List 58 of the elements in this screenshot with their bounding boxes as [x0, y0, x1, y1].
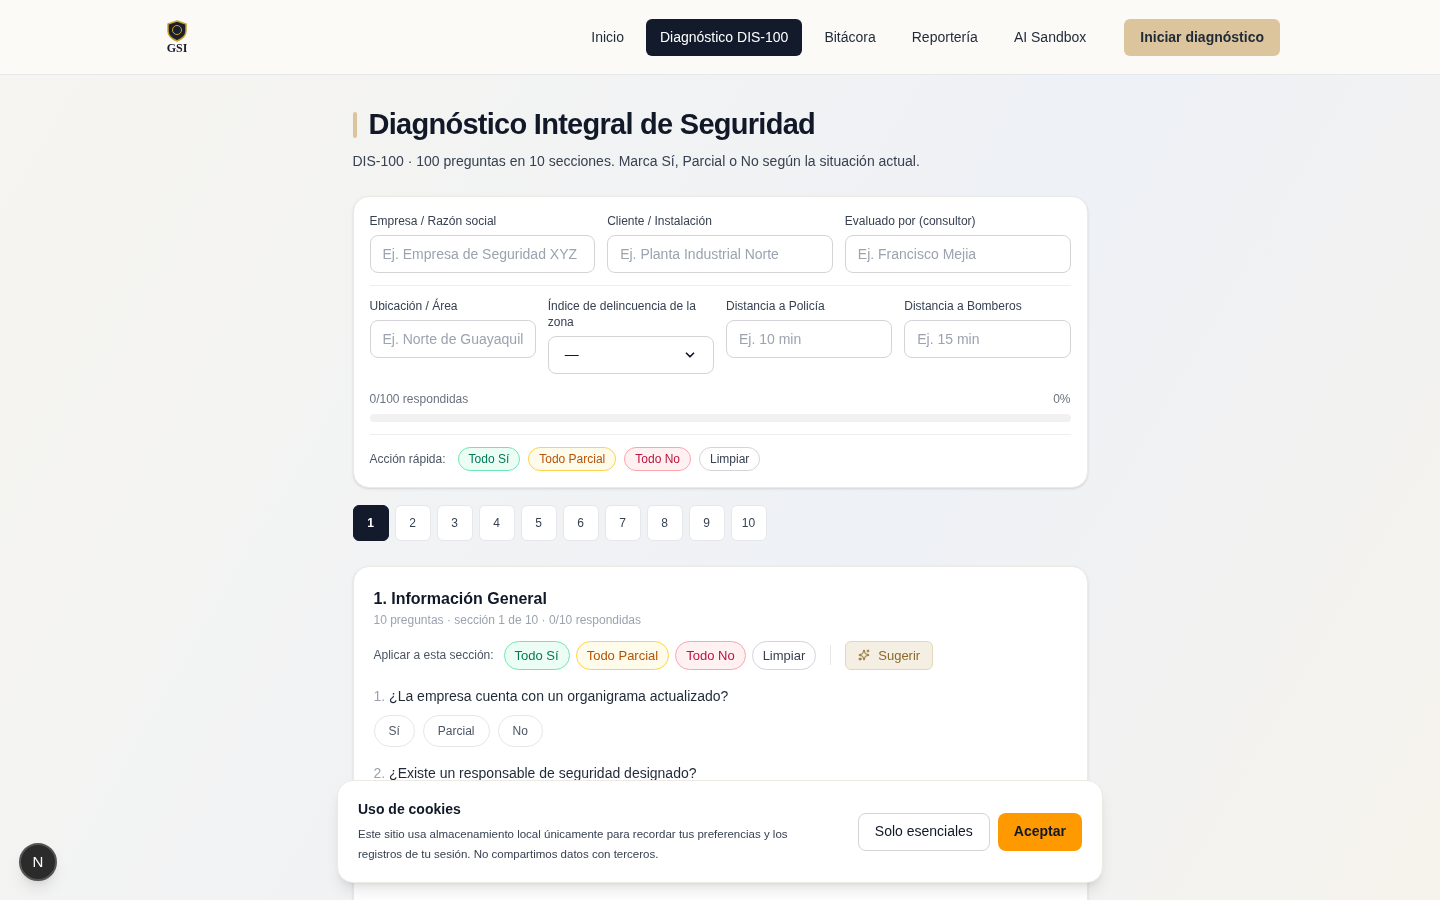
- text-field[interactable]: Ej. 15 min: [904, 319, 1071, 358]
- nav-link[interactable]: Inicio: [577, 18, 638, 56]
- field-label: Distancia a Bomberos: [904, 297, 1023, 314]
- quick-action-button[interactable]: Todo Sí: [503, 640, 570, 670]
- page-button[interactable]: 3: [436, 504, 473, 541]
- shield-icon: [166, 20, 188, 42]
- quick-action-button[interactable]: Limpiar: [751, 640, 817, 670]
- nav-link[interactable]: Reportería: [897, 18, 992, 56]
- field-label: Índice de delincuencia de la zona: [547, 297, 697, 330]
- field-label: Cliente / Instalación: [607, 212, 713, 229]
- quick-action-button[interactable]: Todo No: [624, 446, 691, 471]
- text-field[interactable]: Ej. Norte de Guayaquil: [369, 319, 536, 358]
- field-label: Distancia a Policía: [726, 297, 826, 314]
- suggest-button[interactable]: Sugerir: [845, 640, 934, 670]
- page-button[interactable]: 6: [562, 504, 599, 541]
- floating-badge[interactable]: N: [19, 843, 57, 881]
- page-button[interactable]: 7: [604, 504, 641, 541]
- essentials-button[interactable]: Solo esenciales: [857, 812, 990, 851]
- cookie-text: Este sitio usa almacenamiento local únicamente para recordar tus preferencias y los registros de tu sesión. No compartimos datos con terceros.: [358, 827, 789, 862]
- accept-button[interactable]: Aceptar: [997, 812, 1082, 851]
- question-text: 1. ¿La empresa cuenta con un organigrama actualizado?: [373, 687, 730, 706]
- quick-action-button[interactable]: Todo Parcial: [528, 446, 617, 471]
- page-button[interactable]: 8: [646, 504, 683, 541]
- page-button[interactable]: 5: [520, 504, 557, 541]
- page-button[interactable]: 10: [730, 504, 767, 541]
- quick-action-button[interactable]: Limpiar: [699, 446, 761, 471]
- nav-link[interactable]: Bitácora: [810, 18, 890, 56]
- title-accent-bar: [352, 111, 357, 138]
- page-button[interactable]: 2: [394, 504, 431, 541]
- quick-action-button[interactable]: Todo Sí: [457, 446, 521, 471]
- page-subtitle: DIS-100 · 100 preguntas en 10 secciones. Marca Sí, Parcial o No según la situación actual.: [352, 151, 921, 171]
- sparkle-icon: [858, 649, 871, 662]
- quick-action-button[interactable]: Todo Parcial: [575, 640, 670, 670]
- nav-link[interactable]: Diagnóstico DIS-100: [646, 18, 803, 56]
- section-title: 1. Información General: [373, 588, 548, 609]
- page-button[interactable]: 4: [478, 504, 515, 541]
- logo-text: GSI: [166, 42, 188, 54]
- text-field[interactable]: Ej. 10 min: [726, 319, 893, 358]
- quick-action-button[interactable]: Todo No: [675, 640, 746, 670]
- cookie-title: Uso de cookies: [358, 800, 462, 819]
- start-diagnosis-button[interactable]: Iniciar diagnóstico: [1124, 18, 1280, 56]
- apply-label: Aplicar a esta sección:: [373, 647, 494, 665]
- field-label: Empresa / Razón social: [369, 212, 498, 229]
- page-button[interactable]: 9: [688, 504, 725, 541]
- text-field[interactable]: Ej. Empresa de Seguridad XYZ: [369, 234, 596, 273]
- progress-label: 0/100 respondidas: [369, 390, 469, 408]
- text-field[interactable]: Ej. Francisco Mejia: [844, 234, 1071, 273]
- text-field[interactable]: Ej. Planta Industrial Norte: [607, 234, 833, 273]
- field-label: Evaluado por (consultor): [844, 212, 977, 229]
- progress-percent: 0%: [1053, 390, 1071, 408]
- section-meta: 10 preguntas · sección 1 de 10 · 0/10 respondidas: [373, 611, 642, 629]
- select-field[interactable]: —: [547, 335, 714, 374]
- page-title: Diagnóstico Integral de Seguridad: [368, 107, 816, 142]
- field-label: Ubicación / Área: [369, 297, 459, 314]
- question-text: 2. ¿Existe un responsable de seguridad designado?: [373, 764, 698, 783]
- page-button[interactable]: 1: [352, 504, 389, 541]
- quick-action-label: Acción rápida:: [369, 450, 446, 468]
- nav-link[interactable]: AI Sandbox: [999, 18, 1101, 56]
